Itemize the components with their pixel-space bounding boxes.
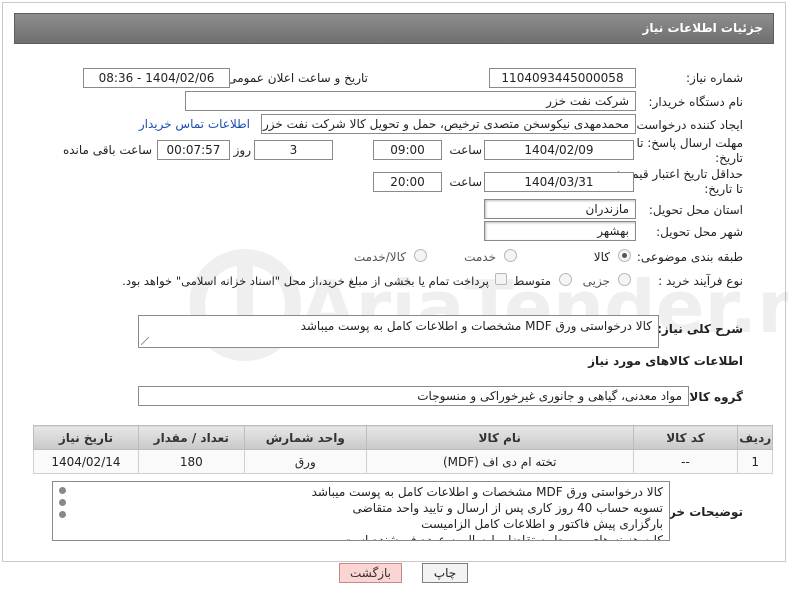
col-header-row: ردیف [737, 425, 773, 450]
panel-title: جزئیات اطلاعات نیاز [14, 13, 774, 44]
process-radio-medium[interactable] [559, 273, 572, 286]
process-option-minor: جزیی [582, 274, 610, 288]
scroll-dot-icon [59, 499, 66, 506]
col-header-date: تاریخ نیاز [33, 425, 139, 450]
need-description-field: کالا درخواستی ورق MDF مشخصات و اطلاعات ک… [138, 315, 659, 348]
treasury-payment-checkbox[interactable] [495, 273, 507, 285]
category-option-goods-service: کالا/خدمت [353, 250, 406, 264]
price-validity-date-field: 1404/03/31 [484, 172, 634, 192]
category-radio-service[interactable] [504, 249, 517, 262]
cell-code: -- [632, 449, 739, 474]
need-number-label: شماره نیاز: [686, 71, 743, 85]
cell-qty: 180 [137, 449, 245, 474]
requester-label: ایجاد کننده درخواست: [632, 118, 743, 132]
buyer-note-line: کلیه هزینه های مربوط به تقاضا و ارسال به… [343, 533, 663, 541]
buyer-note-line: بارگزاری پیش فاکتور و اطلاعات کامل الزام… [421, 517, 663, 531]
requester-field: محمدمهدی نیکوسخن متصدی ترخیص، حمل و تحوی… [261, 114, 636, 134]
cell-date: 1404/02/14 [33, 449, 139, 474]
deadline-label: مهلت ارسال پاسخ: تا [636, 136, 743, 150]
col-header-unit: واحد شمارش [243, 425, 367, 450]
city-field: بهشهر [484, 221, 636, 241]
col-header-code: کد کالا [632, 425, 739, 450]
col-header-qty: تعداد / مقدار [137, 425, 245, 450]
remaining-time-field: 00:07:57 [157, 140, 230, 160]
deadline-label-2: تاریخ: [715, 151, 743, 165]
scroll-dot-icon [59, 487, 66, 494]
table-row: 1 -- تخته ام دی اف (MDF) ورق 180 1404/02… [33, 449, 773, 474]
buyer-note-line: کالا درخواستی ورق MDF مشخصات و اطلاعات ک… [311, 485, 663, 499]
announce-label: تاریخ و ساعت اعلان عمومی: [223, 71, 368, 85]
remaining-label: ساعت باقی مانده [62, 143, 152, 157]
announce-field: 1404/02/06 - 08:36 [83, 68, 230, 88]
print-button[interactable]: چاپ [422, 563, 468, 583]
category-label: طبقه بندی موضوعی: [636, 250, 743, 264]
city-label: شهر محل تحویل: [656, 225, 743, 239]
process-option-medium: متوسط [513, 274, 551, 288]
buyer-notes-field: کالا درخواستی ورق MDF مشخصات و اطلاعات ک… [52, 481, 670, 541]
buyer-note-line: تسویه حساب 40 روز کاری پس از ارسال و تای… [352, 501, 663, 515]
goods-group-field: مواد معدنی، گیاهی و جانوری غیرخوراکی و م… [138, 386, 689, 406]
deadline-time-field: 09:00 [373, 140, 442, 160]
price-validity-time-field: 20:00 [373, 172, 442, 192]
need-description-text: کالا درخواستی ورق MDF مشخصات و اطلاعات ک… [300, 319, 652, 333]
category-option-service: خدمت [464, 250, 496, 264]
price-validity-label-2: تا تاریخ: [704, 182, 743, 196]
cell-name: تخته ام دی اف (MDF) [365, 449, 634, 474]
province-label: استان محل تحویل: [648, 203, 743, 217]
process-label: نوع فرآیند خرید : [658, 274, 743, 288]
need-number-field: 1104093445000058 [489, 68, 636, 88]
cell-row: 1 [737, 449, 773, 474]
province-field: مازندران [484, 199, 636, 219]
buyer-org-label: نام دستگاه خریدار: [648, 95, 744, 109]
category-radio-goods-service[interactable] [414, 249, 427, 262]
scroll-dot-icon [59, 511, 66, 518]
category-radio-goods[interactable] [618, 249, 631, 262]
category-option-goods: کالا [593, 250, 610, 264]
treasury-payment-note: پرداخت تمام یا بخشی از مبلغ خرید،از محل … [122, 274, 489, 288]
deadline-date-field: 1404/02/09 [484, 140, 634, 160]
resize-handle-icon[interactable] [141, 337, 149, 345]
notes-scrollbar[interactable] [56, 487, 66, 523]
goods-group-label: گروه کالا: [684, 390, 743, 404]
goods-section-title: اطلاعات کالاهای مورد نیاز [588, 354, 743, 368]
buyer-contact-link[interactable]: اطلاعات تماس خریدار [139, 117, 250, 131]
goods-table: ردیف کد کالا نام کالا واحد شمارش تعداد /… [33, 425, 773, 474]
col-header-name: نام کالا [365, 425, 634, 450]
process-radio-minor[interactable] [618, 273, 631, 286]
cell-unit: ورق [243, 449, 367, 474]
price-validity-label: حداقل تاریخ اعتبار قیمت: [616, 167, 743, 181]
need-description-label: شرح کلی نیاز: [657, 322, 743, 336]
days-field: 3 [254, 140, 333, 160]
price-validity-time-label: ساعت [449, 175, 482, 189]
back-button[interactable]: بازگشت [339, 563, 402, 583]
deadline-time-label: ساعت [449, 143, 482, 157]
buyer-org-field: شرکت نفت خزر [185, 91, 636, 111]
